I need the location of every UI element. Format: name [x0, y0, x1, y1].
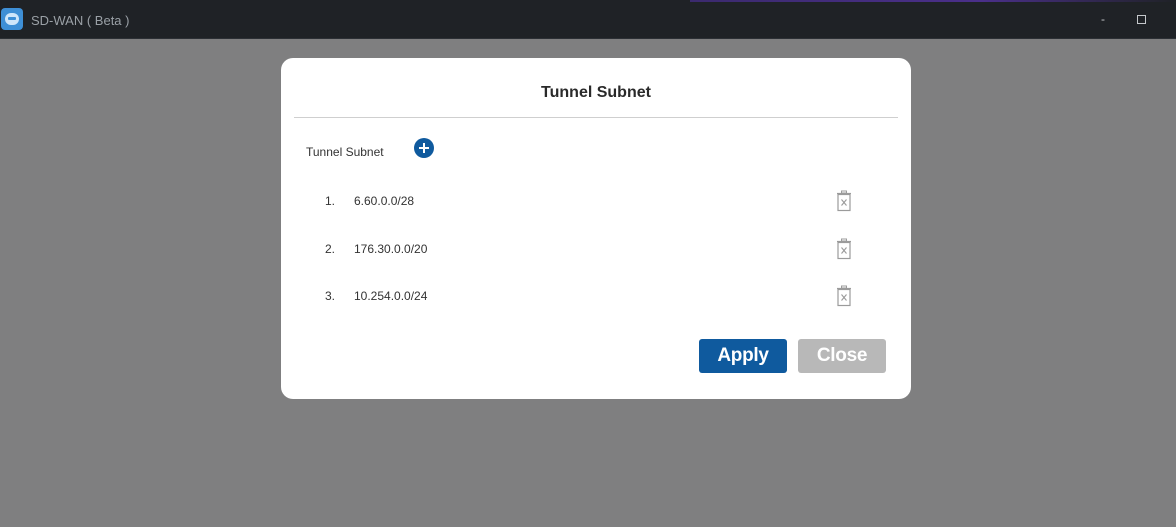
row-index: 1. — [325, 194, 336, 208]
row-index: 3. — [325, 289, 336, 303]
dialog-title: Tunnel Subnet — [541, 84, 651, 101]
minimize-button[interactable]: - — [1091, 10, 1115, 28]
window-title: SD-WAN ( Beta ) — [31, 13, 130, 28]
trash-icon[interactable] — [836, 285, 852, 307]
add-subnet-button[interactable] — [414, 138, 434, 158]
tunnel-subnet-label: Tunnel Subnet — [306, 145, 384, 159]
dialog-divider — [294, 117, 898, 118]
row-index: 2. — [325, 242, 336, 256]
maximize-button[interactable] — [1129, 10, 1153, 28]
trash-icon[interactable] — [836, 190, 852, 212]
subnet-value: 176.30.0.0/20 — [354, 242, 428, 256]
window-titlebar: SD-WAN ( Beta ) - — [0, 0, 1176, 39]
list-item: 3. 10.254.0.0/24 — [281, 284, 911, 308]
close-button[interactable]: Close — [798, 339, 886, 373]
app-icon — [1, 8, 23, 30]
titlebar-accent — [690, 0, 1176, 2]
tunnel-subnet-dialog: Tunnel Subnet Tunnel Subnet 1. 6.60.0.0/… — [281, 58, 911, 399]
list-item: 1. 6.60.0.0/28 — [281, 189, 911, 213]
subnet-value: 10.254.0.0/24 — [354, 289, 428, 303]
maximize-icon — [1136, 15, 1146, 25]
trash-icon[interactable] — [836, 238, 852, 260]
subnet-value: 6.60.0.0/28 — [354, 194, 415, 208]
apply-button[interactable]: Apply — [699, 339, 787, 373]
list-item: 2. 176.30.0.0/20 — [281, 237, 911, 261]
